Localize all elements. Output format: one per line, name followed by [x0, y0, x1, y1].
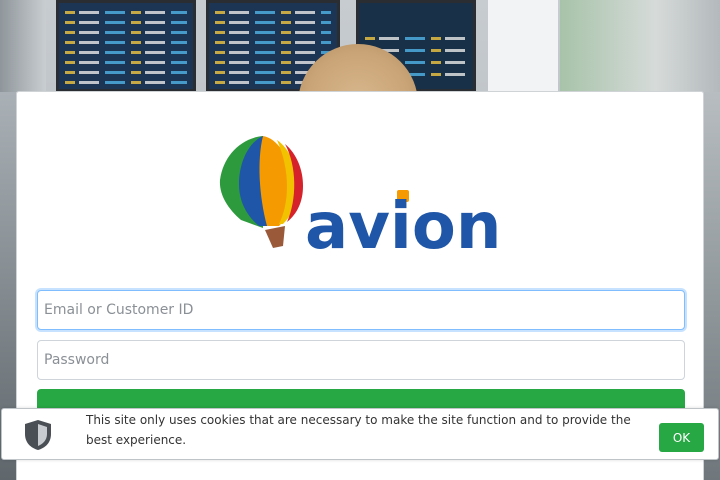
departure-board: [56, 0, 196, 92]
password-field[interactable]: [37, 340, 685, 380]
cookie-banner: This site only uses cookies that are nec…: [1, 408, 719, 460]
background-pillar: [488, 0, 558, 92]
avion-logo: avion: [219, 136, 509, 252]
cookie-ok-button[interactable]: OK: [659, 423, 704, 452]
background-pillar: [0, 0, 46, 92]
background-window: [560, 0, 720, 92]
shield-icon: [24, 419, 52, 451]
brand-wordmark: avion: [305, 190, 501, 252]
cookie-message: This site only uses cookies that are nec…: [86, 413, 631, 447]
email-field[interactable]: [37, 290, 685, 330]
